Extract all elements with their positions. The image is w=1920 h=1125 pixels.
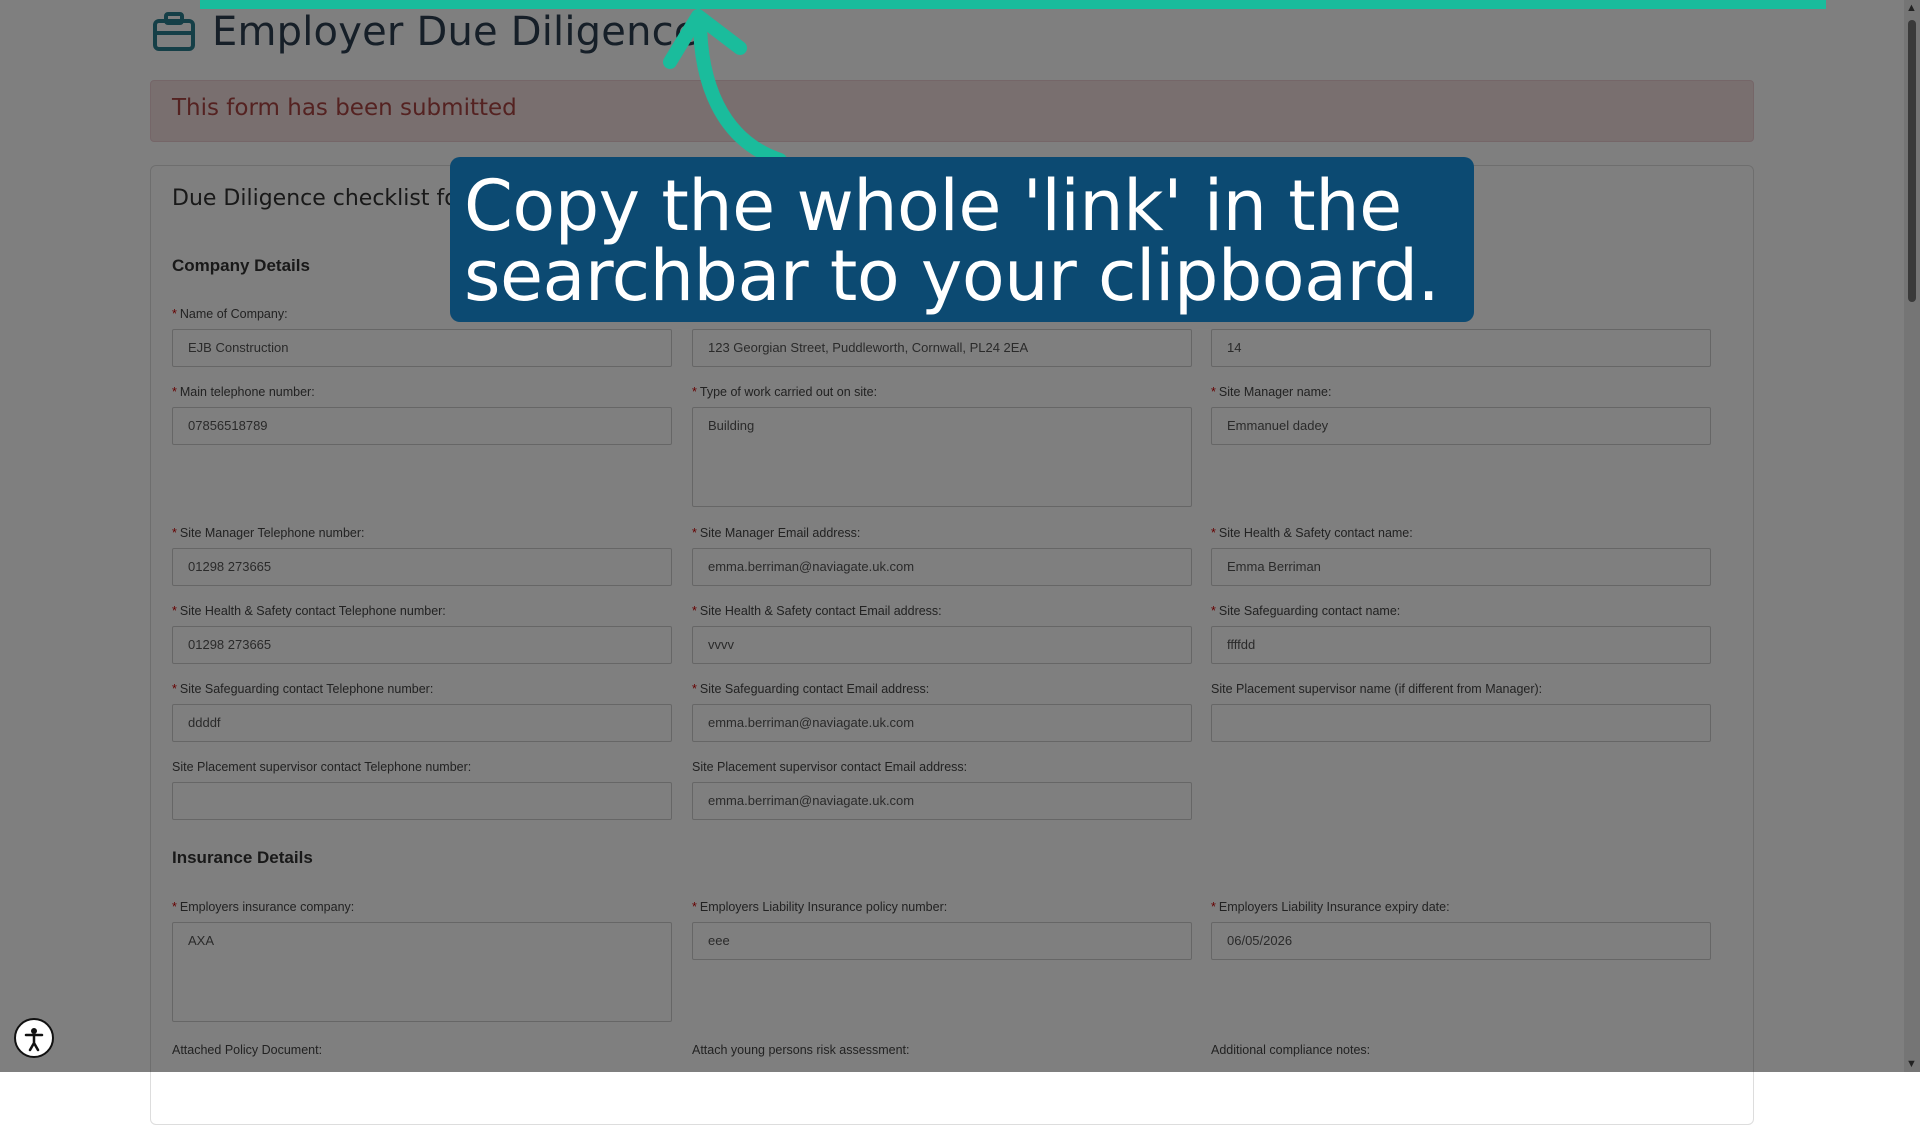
accessibility-icon <box>24 1028 44 1052</box>
scroll-down-icon[interactable]: ▼ <box>1906 1058 1917 1070</box>
arrow-icon <box>663 9 787 167</box>
browser-progress-bar <box>200 0 1826 9</box>
callout-line-2: searchbar to your clipboard. <box>464 235 1440 317</box>
tutorial-callout: Copy the whole 'link' in the searchbar t… <box>450 157 1474 322</box>
scroll-up-icon[interactable]: ▲ <box>1906 2 1917 14</box>
callout-line-1: Copy the whole 'link' in the <box>464 165 1402 247</box>
accessibility-button[interactable] <box>14 1018 54 1058</box>
scrollbar-thumb[interactable] <box>1908 20 1916 302</box>
